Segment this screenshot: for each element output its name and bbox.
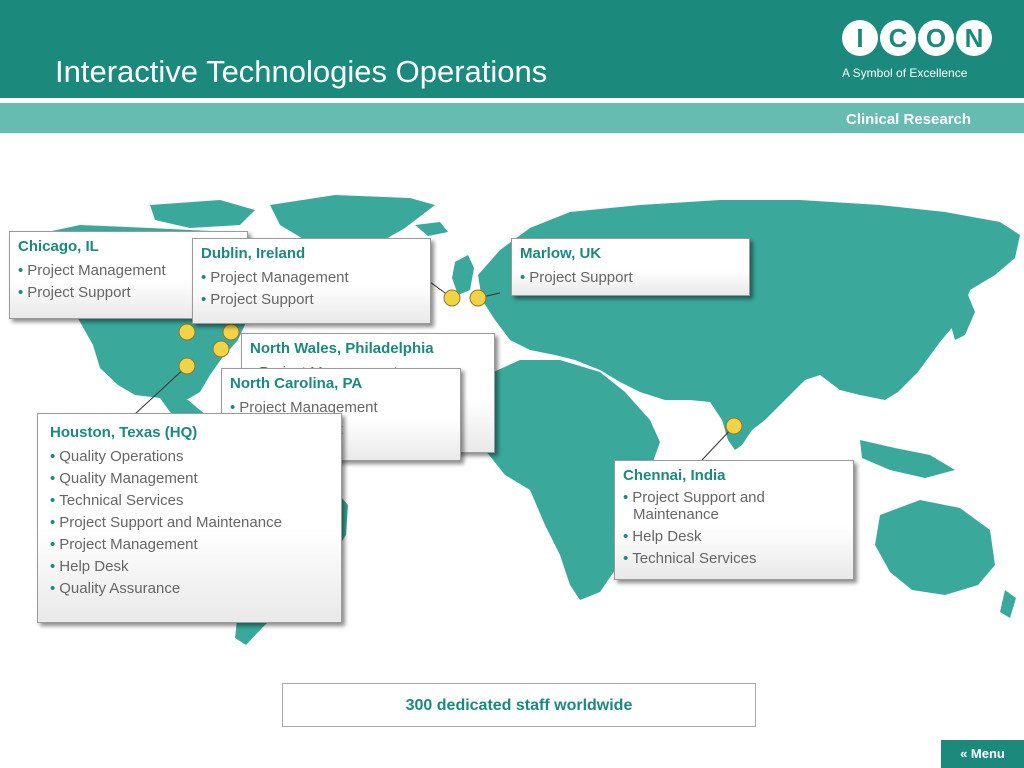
subtitle-bar: Clinical Research [0,103,1024,133]
page-title: Interactive Technologies Operations [55,54,548,89]
card-houston: Houston, Texas (HQ) Quality Operations Q… [37,413,342,623]
marker-north-carolina[interactable] [212,340,230,358]
list-item: Technical Services [623,548,845,570]
list-item: Project Support [201,289,422,311]
marker-chicago[interactable] [178,323,196,341]
list-item: Project Management [50,534,333,556]
subtitle-label: Clinical Research [846,111,972,128]
list-item: Project Support and Maintenance [623,489,845,523]
marker-chennai[interactable] [725,417,743,435]
card-chennai: Chennai, India Project Support and Maint… [614,460,854,580]
marker-dublin[interactable] [443,289,461,307]
list-item: Project Management [201,267,422,289]
list-item: Quality Assurance [50,578,333,600]
card-title: Chennai, India [623,467,726,484]
card-title: Marlow, UK [520,245,602,262]
card-title: North Wales, Philadelphia [250,340,434,357]
list-item: Quality Operations [50,446,333,468]
logo-letter-c: C [880,20,916,56]
list-item: Quality Management [50,468,333,490]
card-list: Project Management Project Support [201,267,422,311]
card-title: Houston, Texas (HQ) [50,424,198,441]
menu-button[interactable]: « Menu [941,740,1024,768]
list-item: Help Desk [50,556,333,578]
logo-letter-o: O [918,20,954,56]
card-dublin: Dublin, Ireland Project Management Proje… [192,238,431,324]
logo-tagline: A Symbol of Excellence [842,66,968,80]
card-list: Project Support [520,267,741,289]
header-bar: Interactive Technologies Operations I C … [0,0,1024,98]
card-title: Dublin, Ireland [201,245,306,262]
marker-houston[interactable] [178,357,196,375]
list-item: Help Desk [623,526,845,548]
card-marlow: Marlow, UK Project Support [511,238,750,296]
card-list: Project Support and Maintenance Help Des… [623,489,845,570]
staff-count-box: 300 dedicated staff worldwide [282,683,756,727]
card-list: Quality Operations Quality Management Te… [50,446,333,600]
list-item: Project Support [520,267,741,289]
list-item: Technical Services [50,490,333,512]
marker-north-wales[interactable] [222,323,240,341]
card-title: North Carolina, PA [230,375,363,392]
logo-letter-n: N [956,20,992,56]
marker-marlow[interactable] [469,289,487,307]
list-item: Project Support and Maintenance [50,512,333,534]
logo-letter-i: I [842,20,878,56]
